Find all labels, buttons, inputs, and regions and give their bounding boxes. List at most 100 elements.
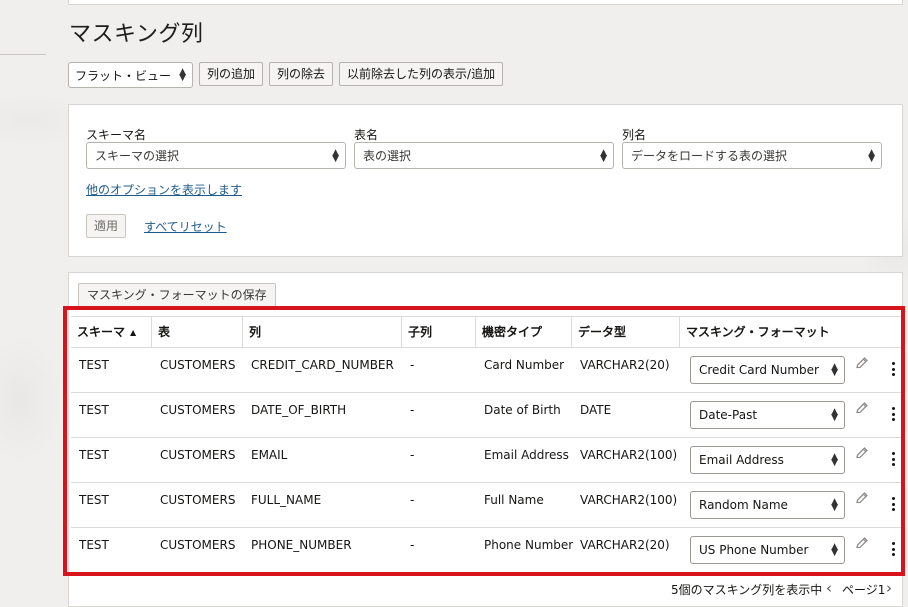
cell-child-column: -: [410, 448, 415, 462]
chevron-left-icon[interactable]: ‹: [826, 580, 832, 596]
table-filter-label: 表名: [354, 128, 379, 142]
masking-format-value: Email Address: [699, 453, 784, 467]
header-masking-format[interactable]: マスキング・フォーマット: [680, 317, 901, 348]
pencil-icon[interactable]: [854, 445, 870, 461]
updown-icon: ▲ ▼: [332, 147, 339, 164]
header-data-type[interactable]: データ型: [572, 317, 680, 348]
show-removed-columns-button[interactable]: 以前除去した列の表示/追加: [339, 62, 504, 86]
cell-sensitive-type: Date of Birth: [484, 403, 561, 417]
page-title: マスキング列: [69, 22, 204, 47]
masking-format-value: Date-Past: [699, 408, 758, 422]
rows-summary: 5個のマスキング列を表示中: [671, 583, 823, 597]
more-options-link[interactable]: 他のオプションを表示します: [86, 181, 242, 198]
table-select[interactable]: 表の選択 ▲ ▼: [354, 142, 614, 169]
top-panel-edge: [68, 0, 903, 5]
header-schema-label: スキーマ: [77, 325, 126, 339]
cell-child-column: -: [410, 538, 415, 552]
left-divider: [0, 54, 46, 55]
sort-ascending-icon: ▲: [130, 328, 137, 337]
pencil-icon[interactable]: [854, 400, 870, 416]
cell-column: PHONE_NUMBER: [251, 538, 352, 552]
filter-panel: スキーマ名 スキーマの選択 ▲ ▼ 表名 表の選択 ▲ ▼ 列名 データをロードする…: [68, 104, 903, 257]
masking-format-value: US Phone Number: [699, 543, 809, 557]
table-row[interactable]: TEST CUSTOMERS CREDIT_CARD_NUMBER - Card Num…: [71, 348, 901, 393]
masking-format-select[interactable]: US Phone Number ▲ ▼: [690, 536, 845, 564]
cell-schema: TEST: [79, 493, 109, 507]
header-table[interactable]: 表: [152, 317, 243, 348]
kebab-menu-icon[interactable]: [891, 407, 895, 421]
table-header-row: スキーマ ▲ 表 列 子列 機密タイプ データ型 マスキング・フォーマット: [71, 316, 901, 348]
updown-icon: ▲ ▼: [831, 407, 838, 423]
masking-format-select[interactable]: Credit Card Number ▲ ▼: [690, 356, 845, 384]
kebab-menu-icon[interactable]: [891, 362, 895, 376]
apply-button[interactable]: 適用: [86, 214, 127, 238]
remove-column-button[interactable]: 列の除去: [269, 62, 334, 86]
save-masking-formats-button[interactable]: マスキング・フォーマットの保存: [78, 283, 276, 307]
view-select[interactable]: フラット・ビュー ▲ ▼: [68, 62, 193, 88]
table-body: TEST CUSTOMERS CREDIT_CARD_NUMBER - Card Num…: [71, 348, 901, 573]
updown-icon: ▲ ▼: [868, 147, 875, 164]
masking-format-select[interactable]: Random Name ▲ ▼: [690, 491, 845, 519]
masking-columns-table: スキーマ ▲ 表 列 子列 機密タイプ データ型 マスキング・フォーマット TES…: [71, 316, 901, 573]
table-row[interactable]: TEST CUSTOMERS PHONE_NUMBER - Phone Number VA…: [71, 528, 901, 573]
updown-icon: ▲ ▼: [831, 542, 838, 558]
kebab-menu-icon[interactable]: [891, 452, 895, 466]
masking-format-value: Random Name: [699, 498, 788, 512]
toolbar: フラット・ビュー ▲ ▼ 列の追加 列の除去 以前除去した列の表示/追加: [68, 62, 504, 88]
kebab-menu-icon[interactable]: [891, 497, 895, 511]
column-select-placeholder: データをロードする表の選択: [631, 149, 788, 163]
pencil-icon[interactable]: [854, 535, 870, 551]
add-column-button[interactable]: 列の追加: [199, 62, 264, 86]
cell-column: EMAIL: [251, 448, 288, 462]
kebab-menu-icon[interactable]: [891, 542, 895, 556]
cell-column: CREDIT_CARD_NUMBER: [251, 358, 394, 372]
cell-schema: TEST: [79, 448, 109, 462]
cell-sensitive-type: Full Name: [484, 493, 544, 507]
view-select-value: フラット・ビュー: [75, 68, 172, 83]
header-schema[interactable]: スキーマ ▲: [71, 317, 152, 348]
cell-data-type: VARCHAR2(20): [580, 358, 670, 372]
schema-filter-label: スキーマ名: [86, 128, 147, 142]
cell-table: CUSTOMERS: [160, 403, 236, 417]
masking-columns-panel: マスキング・フォーマットの保存 スキーマ ▲ 表 列 子列 機密タイプ データ型 …: [68, 272, 903, 607]
chevron-right-icon[interactable]: ›: [886, 580, 892, 596]
cell-table: CUSTOMERS: [160, 538, 236, 552]
reset-all-link[interactable]: すべてリセット: [144, 218, 227, 235]
header-sensitive-type[interactable]: 機密タイプ: [476, 317, 572, 348]
cell-column: DATE_OF_BIRTH: [251, 403, 347, 417]
cell-table: CUSTOMERS: [160, 358, 236, 372]
updown-icon: ▲ ▼: [831, 362, 838, 378]
pencil-icon[interactable]: [854, 490, 870, 506]
updown-icon: ▲ ▼: [831, 452, 838, 468]
cell-schema: TEST: [79, 358, 109, 372]
header-child-column[interactable]: 子列: [402, 317, 476, 348]
masking-format-value: Credit Card Number: [699, 363, 819, 377]
table-row[interactable]: TEST CUSTOMERS EMAIL - Email Address VARCHAR2…: [71, 438, 901, 483]
page-label: ページ1: [842, 583, 886, 597]
masking-format-select[interactable]: Date-Past ▲ ▼: [690, 401, 845, 429]
updown-icon: ▲ ▼: [600, 147, 607, 164]
cell-data-type: DATE: [580, 403, 612, 417]
cell-sensitive-type: Card Number: [484, 358, 565, 372]
masking-format-select[interactable]: Email Address ▲ ▼: [690, 446, 845, 474]
header-column[interactable]: 列: [243, 317, 402, 348]
cell-sensitive-type: Phone Number: [484, 538, 574, 552]
schema-select-placeholder: スキーマの選択: [95, 149, 180, 163]
cell-data-type: VARCHAR2(100): [580, 493, 678, 507]
updown-icon: ▲ ▼: [179, 67, 186, 83]
cell-data-type: VARCHAR2(20): [580, 538, 670, 552]
cell-sensitive-type: Email Address: [484, 448, 569, 462]
cell-child-column: -: [410, 493, 415, 507]
column-filter-label: 列名: [622, 128, 647, 142]
cell-schema: TEST: [79, 538, 109, 552]
table-row[interactable]: TEST CUSTOMERS FULL_NAME - Full Name VARCHAR2…: [71, 483, 901, 528]
updown-icon: ▲ ▼: [831, 497, 838, 513]
column-select[interactable]: データをロードする表の選択 ▲ ▼: [622, 142, 882, 169]
table-row[interactable]: TEST CUSTOMERS DATE_OF_BIRTH - Date of Birth…: [71, 393, 901, 438]
cell-data-type: VARCHAR2(100): [580, 448, 678, 462]
cell-column: FULL_NAME: [251, 493, 322, 507]
schema-select[interactable]: スキーマの選択 ▲ ▼: [86, 142, 346, 169]
pencil-icon[interactable]: [854, 355, 870, 371]
cell-table: CUSTOMERS: [160, 448, 236, 462]
table-select-placeholder: 表の選択: [363, 149, 412, 163]
